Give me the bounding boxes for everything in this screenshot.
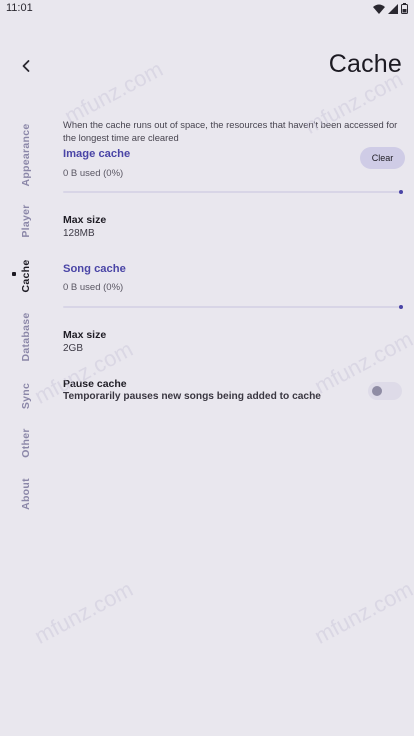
pause-cache-description: Temporarily pauses new songs being added… [63,391,321,402]
signal-icon [388,3,398,14]
song-cache-title: Song cache [63,263,126,275]
image-cache-progress-end [399,190,403,194]
page-title: Cache [328,50,402,78]
clear-image-cache-button[interactable]: Clear [360,147,405,169]
song-cache-used: 0 B used (0%) [63,282,124,293]
pause-cache-label: Pause cache [63,378,127,390]
wifi-icon [373,4,385,14]
watermark: mfunz.com [310,576,414,649]
watermark: mfunz.com [30,576,137,649]
rail-active-indicator [12,272,16,276]
rail-item-appearance[interactable]: Appearance [20,123,32,186]
song-cache-progress-end [399,305,403,309]
rail-item-database[interactable]: Database [20,312,32,361]
image-max-size-label[interactable]: Max size [63,214,106,226]
battery-icon [401,3,408,14]
cache-description: When the cache runs out of space, the re… [63,119,398,143]
nav-rail: Appearance Player Cache Database Sync Ot… [0,112,52,532]
rail-item-cache[interactable]: Cache [20,259,32,292]
status-time: 11:01 [6,2,33,14]
status-bar: 11:01 [0,0,414,18]
rail-item-about[interactable]: About [20,478,32,510]
image-max-size-value[interactable]: 128MB [63,228,95,239]
pause-cache-toggle[interactable] [368,382,402,400]
status-icons [373,3,408,14]
rail-item-sync[interactable]: Sync [20,383,32,409]
pause-cache-toggle-knob[interactable] [372,386,382,396]
chevron-left-icon [22,60,30,72]
image-cache-used: 0 B used (0%) [63,168,124,179]
image-cache-progress [63,190,403,194]
back-button[interactable] [14,54,38,78]
rail-item-other[interactable]: Other [20,428,32,458]
song-max-size-label[interactable]: Max size [63,329,106,341]
song-max-size-value[interactable]: 2GB [63,343,83,354]
rail-item-player[interactable]: Player [20,204,32,237]
song-cache-progress [63,305,403,309]
image-cache-title: Image cache [63,148,131,160]
